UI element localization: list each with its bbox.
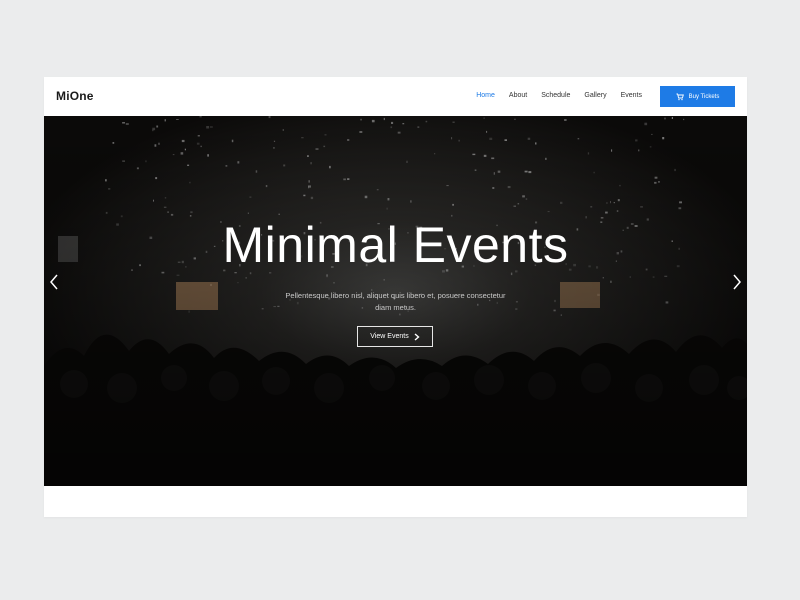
chevron-right-icon [414,332,420,341]
buy-tickets-label: Buy Tickets [688,93,720,100]
nav-link-gallery[interactable]: Gallery [584,92,606,99]
nav-link-events[interactable]: Events [621,92,642,99]
chevron-left-icon [50,274,58,290]
nav-link-about[interactable]: About [509,92,527,99]
cart-icon [676,93,684,100]
chevron-right-icon [733,274,741,290]
hero-subtitle: Pellentesque libero nisl, aliquet quis l… [285,291,506,312]
buy-tickets-button[interactable]: Buy Tickets [660,86,735,107]
logo[interactable]: MiOne [56,89,94,103]
navbar: MiOne Home About Schedule Gallery Events… [44,77,747,116]
hero-title: Minimal Events [222,217,569,273]
view-events-label: View Events [370,333,409,340]
site-frame: MiOne Home About Schedule Gallery Events… [44,77,747,517]
slider-prev-arrow[interactable] [48,272,60,292]
nav-link-home[interactable]: Home [476,92,495,99]
nav-links: Home About Schedule Gallery Events [462,92,642,99]
hero-slider: Minimal Events Pellentesque libero nisl,… [44,116,747,486]
nav-link-schedule[interactable]: Schedule [541,92,570,99]
slider-next-arrow[interactable] [731,272,743,292]
view-events-button[interactable]: View Events [357,326,433,347]
